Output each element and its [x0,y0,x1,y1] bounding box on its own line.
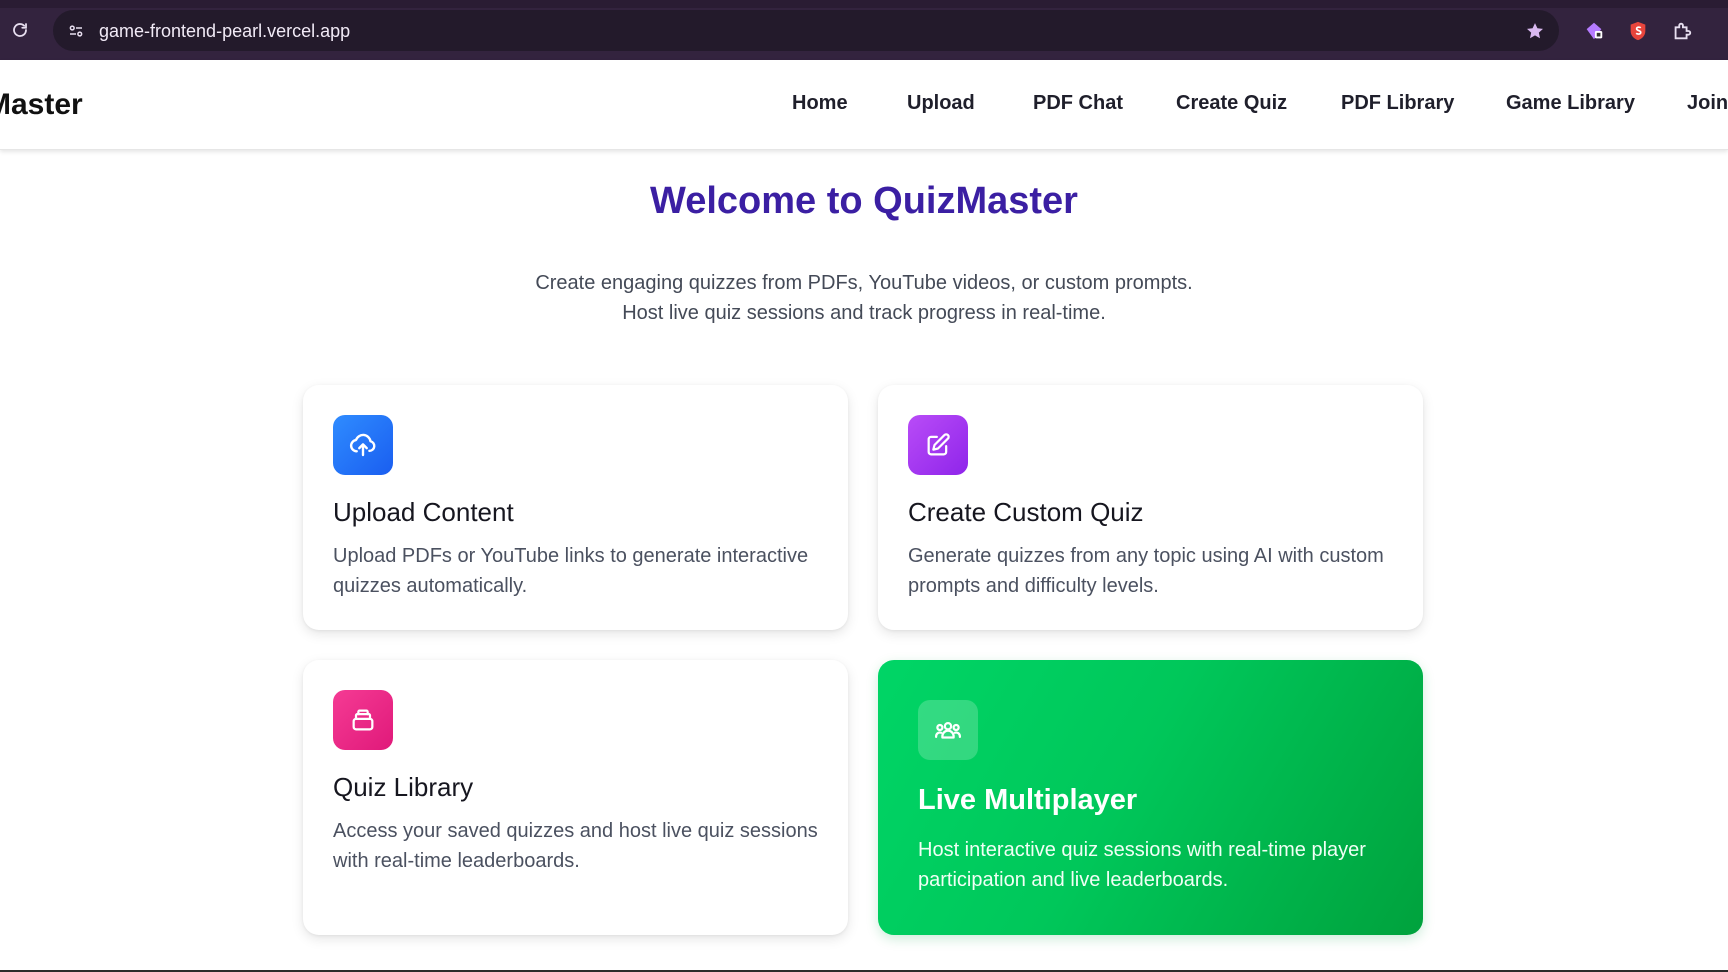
card-title: Live Multiplayer [918,784,1138,816]
edit-icon [908,415,968,475]
nav-link-create-quiz[interactable]: Create Quiz [1176,92,1287,115]
page-title: Welcome to QuizMaster [650,180,1078,222]
page-subtitle: Create engaging quizzes from PDFs, YouTu… [0,268,1728,328]
nav-link-game-library[interactable]: Game Library [1506,92,1635,115]
site-info-icon[interactable] [64,19,88,43]
extension-icon[interactable] [1626,19,1650,43]
nav-links: Home Upload PDF Chat Create Quiz PDF Lib… [0,92,1728,122]
card-title: Quiz Library [333,772,474,802]
cloud-upload-icon [333,415,393,475]
card-description: Upload PDFs or YouTube links to generate… [333,545,809,597]
card-title: Upload Content [333,497,514,527]
bookmark-star-icon[interactable] [1523,19,1547,43]
subtitle-line: Create engaging quizzes from PDFs, YouTu… [535,272,1193,294]
feature-card-live-multiplayer[interactable]: Live Multiplayer Host interactive quiz s… [878,660,1423,935]
feature-card-create-quiz[interactable]: Create Custom Quiz Generate quizzes from… [878,385,1423,630]
address-bar[interactable]: game-frontend-pearl.vercel.app [53,10,1559,51]
feature-card-upload[interactable]: Upload Content Upload PDFs or YouTube li… [303,385,848,630]
nav-link-home[interactable]: Home [792,92,848,115]
extension-icon[interactable] [1582,19,1606,43]
card-description: Generate quizzes from any topic using AI… [908,545,1384,597]
card-description: Access your saved quizzes and host live … [333,820,818,872]
reload-icon[interactable] [8,18,32,42]
nav-link-upload[interactable]: Upload [907,92,975,115]
puzzle-icon[interactable] [1670,19,1694,43]
feature-card-quiz-library[interactable]: Quiz Library Access your saved quizzes a… [303,660,848,935]
library-icon [333,690,393,750]
nav-link-join[interactable]: Join [1687,92,1728,115]
users-icon [918,700,978,760]
top-nav: Master Home Upload PDF Chat Create Quiz … [0,60,1728,150]
card-description: Host interactive quiz sessions with real… [918,839,1366,891]
card-title: Create Custom Quiz [908,497,1144,527]
tab-strip [0,0,1728,8]
nav-link-pdf-library[interactable]: PDF Library [1341,92,1454,115]
browser-toolbar: game-frontend-pearl.vercel.app [0,0,1728,60]
subtitle-line: Host live quiz sessions and track progre… [622,302,1106,324]
nav-link-pdf-chat[interactable]: PDF Chat [1033,92,1123,115]
url-text[interactable]: game-frontend-pearl.vercel.app [99,20,350,42]
